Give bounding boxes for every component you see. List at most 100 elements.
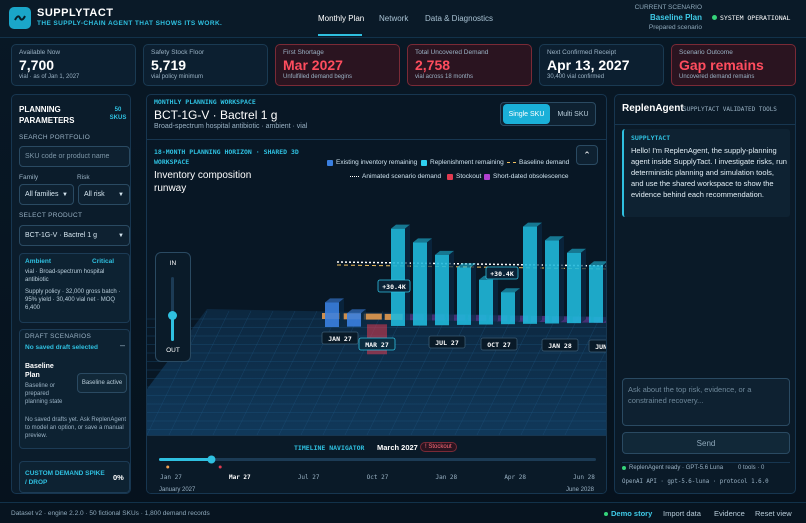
drafts-hint: No saved drafts yet. Ask ReplenAgent to … [25, 417, 127, 439]
zoom-in-button[interactable]: IN [156, 260, 190, 267]
product-description: vial · Broad-spectrum hospital antibioti… [25, 269, 105, 283]
search-label: SEARCH PORTFOLIO [19, 134, 91, 141]
risk-select[interactable]: All risk ▼ [78, 184, 130, 205]
supply-policy: Supply policy · 32,000 gross batch · 95%… [25, 289, 121, 311]
existing-bar [347, 313, 361, 327]
timeline-tick-label: Oct 27 [367, 474, 389, 481]
risk-tag: Critical [92, 258, 115, 265]
panel-title: PLANNING PARAMETERS [19, 105, 75, 125]
demand-spike-card[interactable]: CUSTOM DEMAND SPIKE / DROP 0% [19, 461, 130, 493]
kpi-sub: vial policy minimum [151, 74, 204, 80]
replenishment-bar [545, 240, 559, 324]
kpi-first-shortage: First Shortage Mar 2027 Unfulfilled dema… [275, 44, 400, 86]
legend-label: Baseline demand [519, 159, 570, 166]
kpi-sub: 30,400 vial confirmed [547, 74, 605, 80]
kpi-value: Mar 2027 [283, 57, 343, 73]
month-tag-label: OCT 27 [487, 341, 511, 349]
demo-story-button[interactable]: Demo story [611, 509, 652, 518]
tab-monthly-plan[interactable]: Monthly Plan [318, 14, 364, 23]
replenishment-bar [435, 254, 449, 326]
product-card: Ambient Critical vial · Broad-spectrum h… [19, 253, 130, 323]
drafts-status: No saved draft selected [25, 344, 98, 351]
evidence-button[interactable]: Evidence [714, 509, 745, 518]
multi-sku-button[interactable]: Multi SKU [551, 104, 595, 124]
product-select[interactable]: BCT-1G-V · Bactrel 1 g ▼ [19, 225, 130, 246]
message-sender: SUPPLYTACT [631, 134, 671, 142]
draft-scenarios-card: DRAFT SCENARIOS No saved draft selected … [19, 329, 130, 449]
legend-swatch [350, 176, 359, 177]
timeline-tick-label: Jul 27 [298, 474, 320, 481]
search-input[interactable]: SKU code or product name [19, 146, 130, 167]
tab-data-diagnostics[interactable]: Data & Diagnostics [425, 14, 493, 23]
replenishment-bar-side [515, 288, 520, 325]
kpi-value: 7,700 [19, 57, 55, 73]
month-tag-label: JUN 28 [595, 343, 607, 351]
agent-subtitle: SUPPLYTACT VALIDATED TOOLS [683, 106, 777, 113]
workspace-kicker: MONTHLY PLANNING WORKSPACE [154, 98, 256, 106]
legend-label: Replenishment remaining [430, 159, 504, 166]
agent-api: OpenAI API · gpt-5.6-luna · protocol 1.6… [622, 479, 769, 485]
scenario-value[interactable]: Baseline Plan [650, 13, 702, 22]
legend-swatch [421, 159, 427, 166]
replenishment-bar-side [493, 275, 498, 325]
select-product-label: SELECT PRODUCT [19, 212, 83, 219]
timeline-end: June 2028 [565, 487, 594, 493]
timeline-rail [159, 458, 596, 461]
zoom-out-button[interactable]: OUT [156, 347, 190, 354]
replenishment-bar-side [581, 248, 586, 324]
legend-item: Replenishment remaining [421, 159, 504, 166]
family-select[interactable]: All families ▼ [19, 184, 74, 205]
product-select-value: BCT-1G-V · Bactrel 1 g [25, 232, 97, 239]
chevron-down-icon: ▼ [118, 232, 124, 239]
timeline-tick-label: Mar 27 [229, 474, 251, 481]
legend-label: Short-dated obsolescence [493, 173, 569, 180]
agent-tools: 0 tools · 0 [738, 465, 765, 471]
tab-network[interactable]: Network [379, 14, 408, 23]
timeline-progress [159, 458, 212, 461]
timeline-marker [218, 465, 222, 469]
kpi-value: Gap remains [679, 57, 764, 73]
replenishment-bar [567, 252, 581, 324]
timeline-marker [166, 465, 170, 469]
timeline-tick-label: Jan 27 [160, 474, 182, 481]
message-text: Hello! I'm ReplenAgent, the supply-plann… [631, 146, 787, 199]
kpi-label: First Shortage [283, 49, 324, 56]
workspace-title: BCT-1G-V · Bactrel 1 g [154, 108, 278, 122]
divider [147, 139, 606, 140]
replenishment-bar-side [449, 250, 454, 326]
status-dot-icon [712, 15, 717, 20]
scenario-sub: Prepared scenario [648, 24, 702, 31]
chart-3d-scene[interactable]: +30.4K +30.4K JAN 27 MAR 27 JUL 27 OCT 27 JAN … [147, 199, 607, 435]
divider [615, 124, 795, 125]
legend-swatch [447, 173, 453, 180]
dataset-info: Dataset v2 · engine 2.2.0 · 50 fictional… [11, 510, 210, 517]
replenishment-bar-side [603, 262, 606, 323]
brand-tagline: THE SUPPLY-CHAIN AGENT THAT SHOWS ITS WO… [37, 20, 223, 27]
demo-dot-icon [604, 512, 608, 516]
import-data-button[interactable]: Import data [663, 509, 701, 518]
kpi-scenario-outcome: Scenario Outcome Gap remains Uncovered d… [671, 44, 796, 86]
kpi-uncovered-demand: Total Uncovered Demand 2,758 vial across… [407, 44, 532, 86]
timeline-track[interactable]: Jan 27 Mar 27 Jul 27 Oct 27 Jan 28 Apr 28 Jun … [147, 454, 607, 484]
send-button[interactable]: Send [622, 432, 790, 454]
agent-input[interactable]: Ask about the top risk, evidence, or a c… [622, 378, 790, 426]
single-sku-button[interactable]: Single SKU [503, 104, 550, 124]
kpi-label: Next Confirmed Receipt [547, 49, 616, 56]
existing-bar [325, 302, 339, 327]
baseline-active-button[interactable]: Baseline active [77, 373, 127, 393]
agent-status: ReplenAgent ready · GPT-5.6 Luna [629, 465, 724, 471]
reset-view-button[interactable]: Reset view [755, 509, 792, 518]
footer: Dataset v2 · engine 2.2.0 · 50 fictional… [0, 502, 806, 523]
legend-item: Animated scenario demand [350, 173, 441, 180]
zoom-handle[interactable] [168, 311, 177, 321]
legend-label: Animated scenario demand [362, 173, 442, 180]
kpi-sub: vial across 18 months [415, 74, 474, 80]
temperature-tag: Ambient [25, 258, 51, 265]
top-header: SUPPLYTACT THE SUPPLY-CHAIN AGENT THAT S… [0, 0, 806, 38]
legend-swatch [507, 162, 516, 163]
agent-panel: ReplenAgent SUPPLYTACT VALIDATED TOOLS S… [614, 94, 796, 494]
app-root: SUPPLYTACT THE SUPPLY-CHAIN AGENT THAT S… [0, 0, 806, 523]
collapse-icon[interactable]: – [120, 340, 125, 350]
baseline-title: Baseline Plan [25, 363, 54, 379]
collapse-chevron-up-icon[interactable]: ⌃ [576, 145, 598, 165]
